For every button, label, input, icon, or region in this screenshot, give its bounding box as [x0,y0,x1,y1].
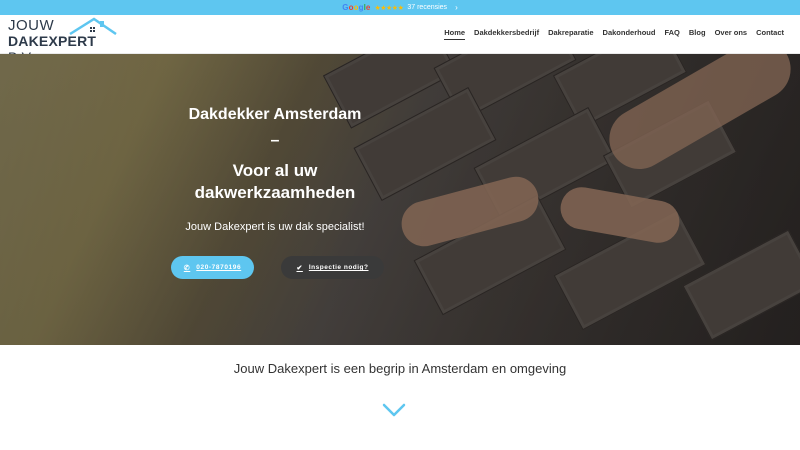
chevron-right-icon: › [455,3,458,12]
checkmark-icon: ✔ [296,264,303,272]
chevron-down-icon[interactable] [382,402,406,418]
main-nav: Home Dakdekkersbedrijf Dakreparatie Dako… [444,28,784,40]
hero-overlay [0,54,800,345]
hero-title-dash: – [270,132,280,149]
call-button[interactable]: ✆ 020-7870196 [171,256,254,279]
hero-subtitle: Jouw Dakexpert is uw dak specialist! [185,221,365,233]
nav-dakdekkersbedrijf[interactable]: Dakdekkersbedrijf [474,28,539,40]
inspection-button[interactable]: ✔ Inspectie nodig? [281,256,384,279]
site-header: JOUW DAKEXPERT B.V. Home Dakdekkersbedri… [0,15,800,65]
nav-over-ons[interactable]: Over ons [715,28,748,40]
google-logo: Google [342,3,371,12]
nav-blog[interactable]: Blog [689,28,706,40]
nav-dakonderhoud[interactable]: Dakonderhoud [603,28,656,40]
logo-text-jouw: JOUW [8,17,55,34]
nav-dakreparatie[interactable]: Dakreparatie [548,28,593,40]
hero-title-line2: Voor al uw dakwerkzaamheden [194,161,356,202]
review-bar[interactable]: Google ★★★★★ 37 recensies › [0,0,800,15]
company-logo[interactable]: JOUW DAKEXPERT B.V. [8,17,117,65]
nav-home[interactable]: Home [444,28,466,40]
nav-contact[interactable]: Contact [756,28,784,40]
hero-title: Dakdekker Amsterdam – Voor al uw dakwerk… [160,104,390,204]
call-button-label: 020-7870196 [196,264,242,271]
phone-icon: ✆ [183,264,191,272]
inspection-button-label: Inspectie nodig? [308,264,369,271]
review-count[interactable]: 37 recensies [407,4,447,11]
intro-tagline: Jouw Dakexpert is een begrip in Amsterda… [233,361,567,376]
hero-title-line1: Dakdekker Amsterdam [188,106,362,123]
rating-stars: ★★★★★ [374,4,404,12]
nav-faq[interactable]: FAQ [664,28,679,40]
hero-section: Dakdekker Amsterdam – Voor al uw dakwerk… [0,54,800,345]
